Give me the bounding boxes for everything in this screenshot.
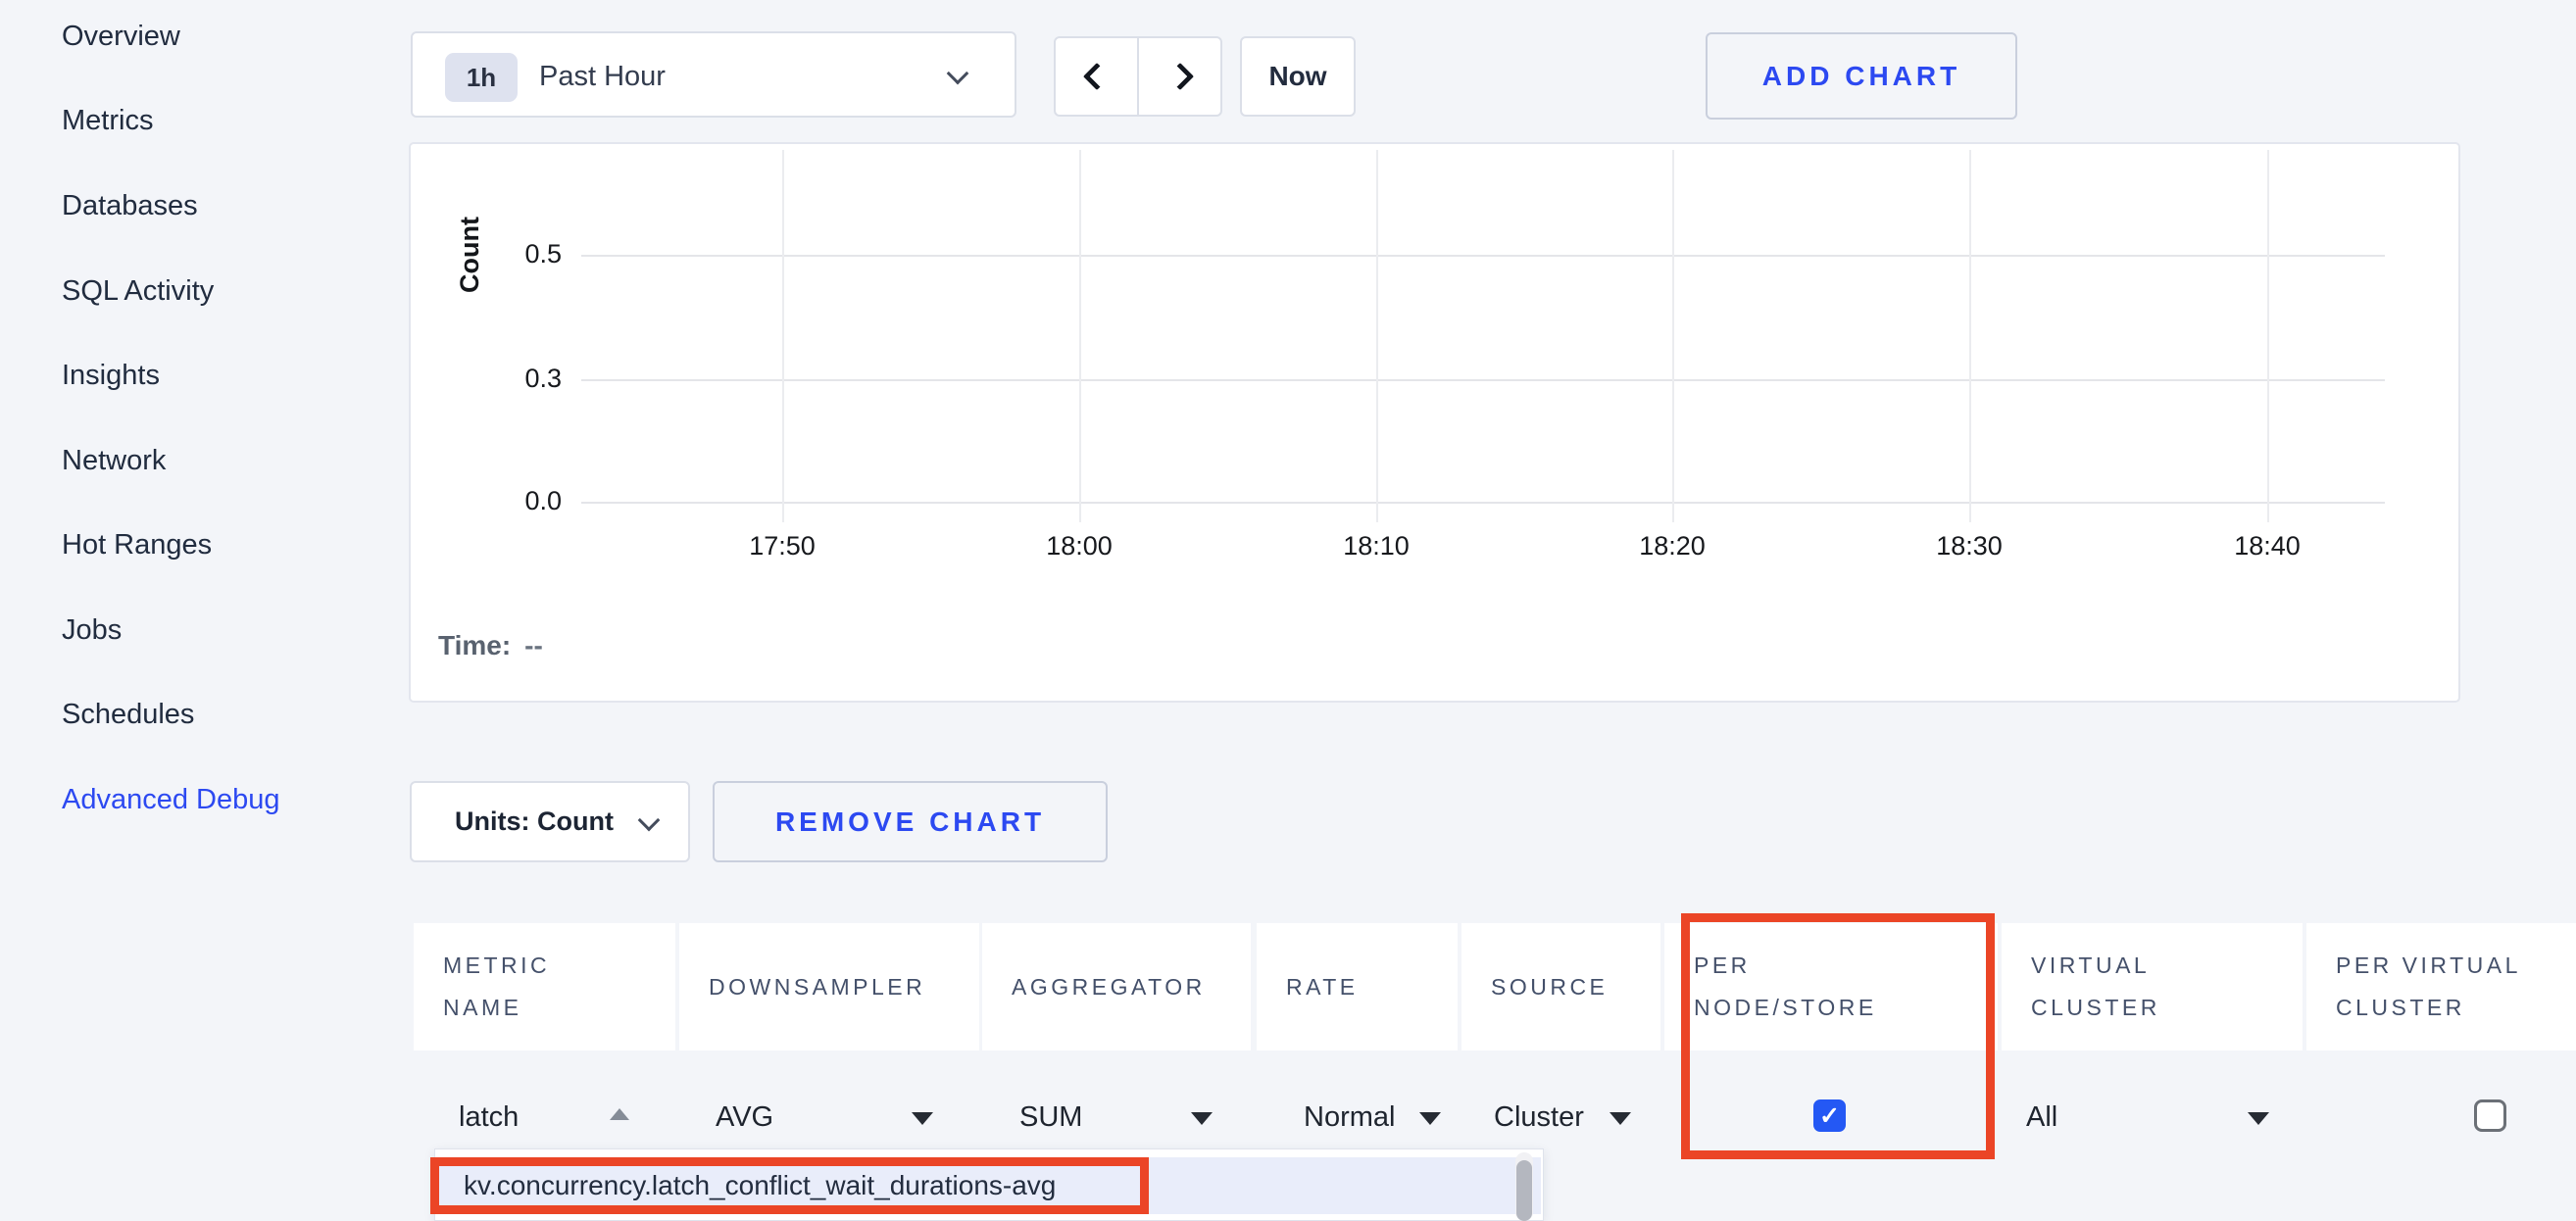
now-button[interactable]: Now <box>1240 36 1356 117</box>
gridline-y-00 <box>581 502 2385 504</box>
rate-select[interactable]: Normal <box>1304 1101 1395 1134</box>
chart-card <box>409 142 2460 703</box>
chevron-right-icon <box>1165 63 1193 90</box>
gridline-y-05 <box>581 255 2385 257</box>
remove-chart-button[interactable]: REMOVE CHART <box>713 781 1108 862</box>
gridline-x-1800 <box>1079 150 1081 522</box>
units-dropdown[interactable]: Units: Count <box>410 781 690 862</box>
sidebar-item-metrics[interactable]: Metrics <box>62 104 153 137</box>
gridline-x-1840 <box>2267 150 2269 522</box>
gridline-x-1820 <box>1672 150 1674 522</box>
dropdown-arrow-icon[interactable] <box>1610 1112 1631 1125</box>
x-tick-label: 18:30 <box>1901 531 2038 562</box>
dropdown-open-icon[interactable] <box>610 1108 629 1120</box>
metric-suggestion-text[interactable]: kv.concurrency.latch_conflict_wait_durat… <box>464 1170 1056 1201</box>
time-range-label: Past Hour <box>539 61 666 93</box>
time-range-selector[interactable]: 1h Past Hour <box>411 31 1016 118</box>
column-header-rate: RATE <box>1257 923 1458 1050</box>
x-tick-label: 18:00 <box>1011 531 1148 562</box>
per-node-store-checkbox[interactable]: ✓ <box>1813 1099 1846 1132</box>
sidebar-item-network[interactable]: Network <box>62 444 166 477</box>
units-dropdown-label: Units: Count <box>455 806 614 837</box>
chevron-left-icon <box>1082 63 1110 90</box>
gridline-x-1810 <box>1376 150 1378 522</box>
sidebar-item-schedules[interactable]: Schedules <box>62 698 194 731</box>
downsampler-select[interactable]: AVG <box>716 1101 773 1134</box>
sidebar-item-advanced-debug[interactable]: Advanced Debug <box>62 783 280 816</box>
chevron-down-icon <box>947 63 969 85</box>
per-virtual-cluster-checkbox[interactable] <box>2474 1099 2506 1132</box>
time-value: -- <box>524 630 543 660</box>
x-tick-label: 18:20 <box>1604 531 1741 562</box>
x-tick-label: 18:10 <box>1308 531 1445 562</box>
y-tick-label: 0.3 <box>469 364 562 394</box>
chevron-down-icon <box>638 809 661 832</box>
column-header-virtual-cluster: VIRTUAL CLUSTER <box>2002 923 2303 1050</box>
y-tick-label: 0.5 <box>469 239 562 269</box>
metric-name-input[interactable]: latch <box>459 1101 519 1134</box>
gridline-y-03 <box>581 379 2385 381</box>
source-select[interactable]: Cluster <box>1494 1101 1584 1134</box>
y-tick-label: 0.0 <box>469 486 562 516</box>
gridline-x-1830 <box>1969 150 1971 522</box>
add-chart-button[interactable]: ADD CHART <box>1706 32 2017 120</box>
x-tick-label: 17:50 <box>714 531 851 562</box>
time-step-buttons <box>1054 36 1222 117</box>
aggregator-select[interactable]: SUM <box>1019 1101 1082 1134</box>
column-header-source: SOURCE <box>1461 923 1660 1050</box>
column-header-aggregator: AGGREGATOR <box>982 923 1251 1050</box>
column-header-metric-name: METRIC NAME <box>414 923 675 1050</box>
sidebar-item-hot-ranges[interactable]: Hot Ranges <box>62 528 212 562</box>
dropdown-arrow-icon[interactable] <box>2248 1112 2269 1125</box>
column-header-per-virtual-cluster: PER VIRTUAL CLUSTER <box>2306 923 2576 1050</box>
column-header-per-node-store: PER NODE/STORE <box>1664 923 1998 1050</box>
time-range-badge: 1h <box>445 53 518 102</box>
sidebar-item-sql-activity[interactable]: SQL Activity <box>62 274 214 308</box>
time-label: Time: <box>438 630 511 660</box>
column-header-downsampler: DOWNSAMPLER <box>679 923 979 1050</box>
scrollbar-thumb[interactable] <box>1516 1160 1532 1221</box>
check-icon: ✓ <box>1819 1101 1840 1131</box>
sidebar-item-overview[interactable]: Overview <box>62 20 180 53</box>
sidebar-item-insights[interactable]: Insights <box>62 359 160 392</box>
x-tick-label: 18:40 <box>2199 531 2336 562</box>
gridline-x-1750 <box>782 150 784 522</box>
prev-interval-button[interactable] <box>1056 38 1137 115</box>
dropdown-arrow-icon[interactable] <box>1419 1112 1441 1125</box>
next-interval-button[interactable] <box>1137 38 1220 115</box>
sidebar-item-jobs[interactable]: Jobs <box>62 613 122 647</box>
dropdown-arrow-icon[interactable] <box>912 1112 933 1125</box>
virtual-cluster-select[interactable]: All <box>2026 1101 2057 1134</box>
sidebar-item-databases[interactable]: Databases <box>62 189 198 222</box>
hover-time-readout: Time: -- <box>438 630 543 661</box>
dropdown-arrow-icon[interactable] <box>1191 1112 1213 1125</box>
